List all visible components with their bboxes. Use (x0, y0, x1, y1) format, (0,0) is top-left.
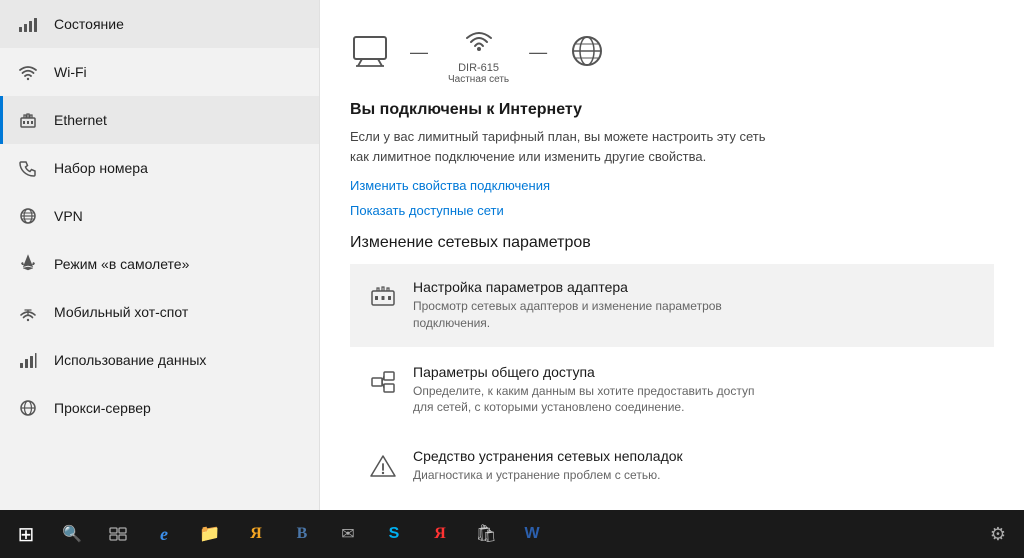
sidebar-label-status: Состояние (54, 16, 124, 32)
card-adapter-title: Настройка параметров адаптера (413, 279, 773, 295)
card-adapter[interactable]: Настройка параметров адаптера Просмотр с… (350, 264, 994, 347)
yandex2-button[interactable]: Я (418, 514, 462, 554)
sidebar-item-hotspot[interactable]: Мобильный хот-спот (0, 288, 319, 336)
card-troubleshoot[interactable]: Средство устранения сетевых неполадок Ди… (350, 433, 994, 499)
store-button[interactable]: 🛍 (464, 514, 508, 554)
sidebar-label-airplane: Режим «в самолете» (54, 256, 189, 272)
pc-icon-item (350, 33, 390, 73)
internet-icon-item (567, 33, 607, 73)
sidebar-label-wifi: Wi-Fi (54, 64, 87, 80)
sidebar-label-vpn: VPN (54, 208, 83, 224)
main-area: Состояние Wi-Fi (0, 0, 1024, 510)
link-available[interactable]: Показать доступные сети (350, 203, 994, 218)
sidebar-item-dialup[interactable]: Набор номера (0, 144, 319, 192)
status-title: Вы подключены к Интернету (350, 101, 994, 119)
router-name: DIR-615 (458, 62, 499, 74)
connection-arrow2: — (529, 42, 547, 63)
sidebar: Состояние Wi-Fi (0, 0, 320, 510)
sidebar-item-wifi[interactable]: Wi-Fi (0, 48, 319, 96)
search-button[interactable]: 🔍 (50, 514, 94, 554)
sidebar-label-proxy: Прокси-сервер (54, 400, 151, 416)
network-status-icons: — DIR-615 Частная сеть — (350, 20, 994, 85)
status-description: Если у вас лимитный тарифный план, вы мо… (350, 127, 770, 166)
section-title: Изменение сетевых параметров (350, 234, 994, 252)
sidebar-label-ethernet: Ethernet (54, 112, 107, 128)
sidebar-item-status[interactable]: Состояние (0, 0, 319, 48)
sharing-icon (367, 366, 399, 398)
sidebar-label-datausage: Использование данных (54, 352, 206, 368)
sidebar-item-datausage[interactable]: Использование данных (0, 336, 319, 384)
files-button[interactable]: 📁 (188, 514, 232, 554)
settings-button[interactable]: ⚙ (976, 514, 1020, 554)
adapter-icon (367, 281, 399, 313)
taskview-button[interactable] (96, 514, 140, 554)
connection-arrow: — (410, 42, 428, 63)
sidebar-item-proxy[interactable]: Прокси-сервер (0, 384, 319, 432)
content-area: — DIR-615 Частная сеть — (320, 0, 1024, 510)
phone-icon (16, 156, 40, 180)
sidebar-item-vpn[interactable]: VPN (0, 192, 319, 240)
sidebar-label-hotspot: Мобильный хот-спот (54, 304, 188, 320)
link-properties[interactable]: Изменить свойства подключения (350, 178, 994, 193)
router-network-type: Частная сеть (448, 74, 509, 85)
edge-button[interactable]: e (142, 514, 186, 554)
status-icon (16, 12, 40, 36)
sidebar-item-airplane[interactable]: Режим «в самолете» (0, 240, 319, 288)
yandex-browser-button[interactable]: Я (234, 514, 278, 554)
hotspot-icon (16, 300, 40, 324)
card-sharing-content: Параметры общего доступа Определите, к к… (413, 364, 773, 417)
card-sharing-title: Параметры общего доступа (413, 364, 773, 380)
card-troubleshoot-content: Средство устранения сетевых неполадок Ди… (413, 448, 683, 484)
card-adapter-desc: Просмотр сетевых адаптеров и изменение п… (413, 298, 773, 332)
vpn-icon (16, 204, 40, 228)
ethernet-icon (16, 108, 40, 132)
vk-button[interactable]: В (280, 514, 324, 554)
data-icon (16, 348, 40, 372)
word-button[interactable]: W (510, 514, 554, 554)
taskbar: ⊞ 🔍 e 📁 Я В ✉ S Я 🛍 W ⚙ (0, 510, 1024, 558)
card-troubleshoot-desc: Диагностика и устранение проблем с сетью… (413, 467, 683, 484)
troubleshoot-icon (367, 450, 399, 482)
card-troubleshoot-title: Средство устранения сетевых неполадок (413, 448, 683, 464)
airplane-icon (16, 252, 40, 276)
card-adapter-content: Настройка параметров адаптера Просмотр с… (413, 279, 773, 332)
proxy-icon (16, 396, 40, 420)
card-sharing[interactable]: Параметры общего доступа Определите, к к… (350, 349, 994, 432)
card-sharing-desc: Определите, к каким данным вы хотите пре… (413, 383, 773, 417)
mail-button[interactable]: ✉ (326, 514, 370, 554)
wifi-icon (16, 60, 40, 84)
sidebar-item-ethernet[interactable]: Ethernet (0, 96, 319, 144)
skype-button[interactable]: S (372, 514, 416, 554)
sidebar-label-dialup: Набор номера (54, 160, 148, 176)
start-button[interactable]: ⊞ (4, 514, 48, 554)
router-icon-item: DIR-615 Частная сеть (448, 20, 509, 85)
